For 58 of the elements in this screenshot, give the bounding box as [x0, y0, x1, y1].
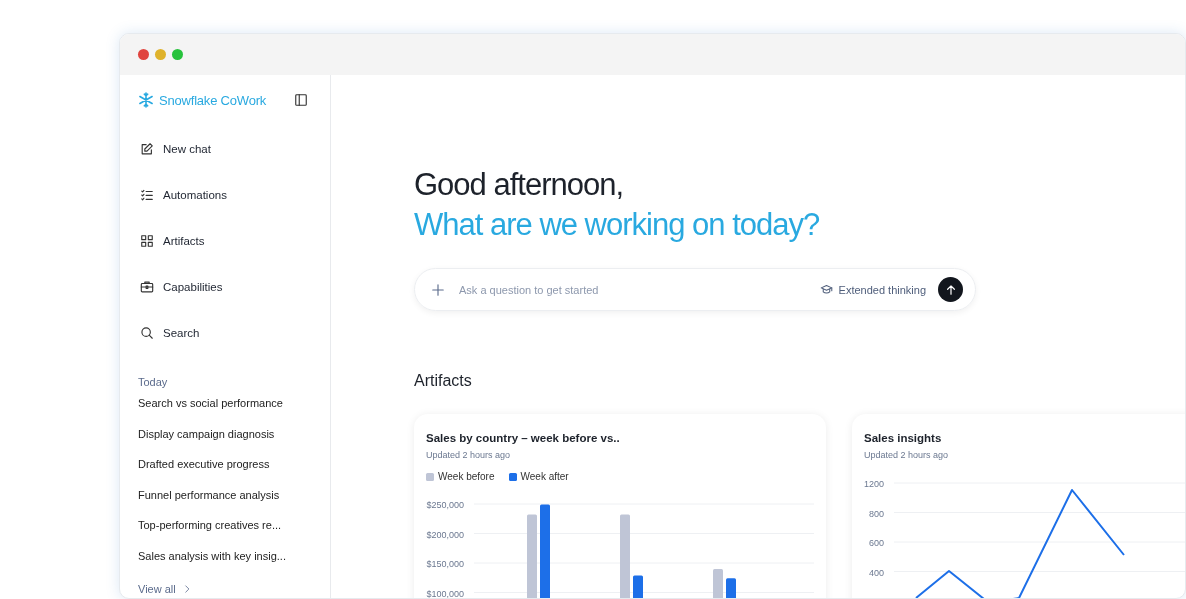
chat-history-item[interactable]: Display campaign diagnosis — [138, 426, 330, 457]
chat-history-item[interactable]: Search vs social performance — [138, 396, 330, 427]
nav-item[interactable]: Search — [138, 324, 330, 341]
close-button[interactable] — [138, 49, 149, 60]
axis-tick-label: 1200 — [864, 479, 884, 489]
bar — [726, 578, 736, 598]
artifact-card[interactable]: Sales by country – week before vs.. Updated 2 hours ago Week before Week after $250,000 $200,000 $150,000 $100,000 — [414, 414, 826, 598]
arrow-up-icon — [944, 283, 957, 296]
checklist-icon — [140, 187, 154, 202]
snowflake-icon — [138, 92, 154, 108]
axis-tick-label: 800 — [868, 508, 884, 519]
sidebar-toggle-button[interactable] — [294, 93, 308, 107]
axis-tick-label: $100,000 — [426, 588, 464, 598]
chat-history-item[interactable]: Drafted executive progress — [138, 457, 330, 488]
plus-icon — [431, 282, 445, 297]
prompt-input[interactable]: Ask a question to get started — [457, 282, 814, 297]
card-title: Sales by country – week before vs.. — [426, 432, 621, 444]
chat-history-item[interactable]: Sales analysis with key insig... — [138, 548, 330, 579]
legend-label: Week after — [520, 471, 569, 482]
axis-tick-label: 400 — [868, 567, 884, 578]
greeting-heading: Good afternoon, — [414, 166, 625, 204]
grid-icon — [140, 233, 154, 248]
nav-label: Capabilities — [163, 280, 223, 293]
pencil-square-icon — [140, 141, 154, 156]
card-timestamp: Updated 2 hours ago — [864, 450, 950, 460]
card-timestamp: Updated 2 hours ago — [426, 450, 512, 460]
legend-label: Week before — [438, 471, 495, 482]
search-icon — [140, 325, 154, 340]
nav-item[interactable]: Automations — [138, 186, 330, 203]
bar — [633, 575, 643, 598]
graduation-cap-icon — [819, 283, 833, 296]
bar — [713, 568, 723, 598]
nav-item[interactable]: Artifacts — [138, 232, 330, 249]
logo-text: Snowflake CoWork — [159, 92, 267, 108]
nav-label: New chat — [163, 142, 211, 155]
axis-tick-label: $200,000 — [426, 529, 464, 540]
section-heading: Artifacts — [414, 372, 473, 390]
artifact-card[interactable]: Sales insights Updated 2 hours ago 1200 800 600 400 — [852, 414, 1185, 598]
sidebar-panel-icon — [294, 93, 308, 107]
send-button[interactable] — [938, 277, 963, 302]
card-title: Sales insights — [864, 432, 943, 444]
axis-tick-label: $150,000 — [426, 559, 464, 569]
view-all-link[interactable]: View all — [138, 583, 192, 595]
nav-item[interactable]: Capabilities — [138, 278, 330, 295]
axis-tick-label: 600 — [868, 538, 884, 548]
axis-tick-label: $250,000 — [426, 500, 464, 510]
toolbox-icon — [140, 279, 154, 294]
chat-history-item[interactable]: Funnel performance analysis — [138, 487, 330, 518]
greeting-subheading: What are we working on today? — [414, 206, 821, 244]
add-button[interactable] — [431, 282, 445, 297]
nav-label: Artifacts — [163, 234, 205, 247]
nav-item[interactable]: New chat — [138, 140, 330, 157]
section-heading: Today — [138, 376, 169, 388]
chat-history-item[interactable]: Top-performing creatives re... — [138, 518, 330, 549]
zoom-button[interactable] — [172, 49, 183, 60]
nav-label: Search — [163, 326, 200, 339]
nav-label: Automations — [163, 188, 227, 201]
extended-thinking-button[interactable]: Extended thinking — [813, 282, 932, 297]
